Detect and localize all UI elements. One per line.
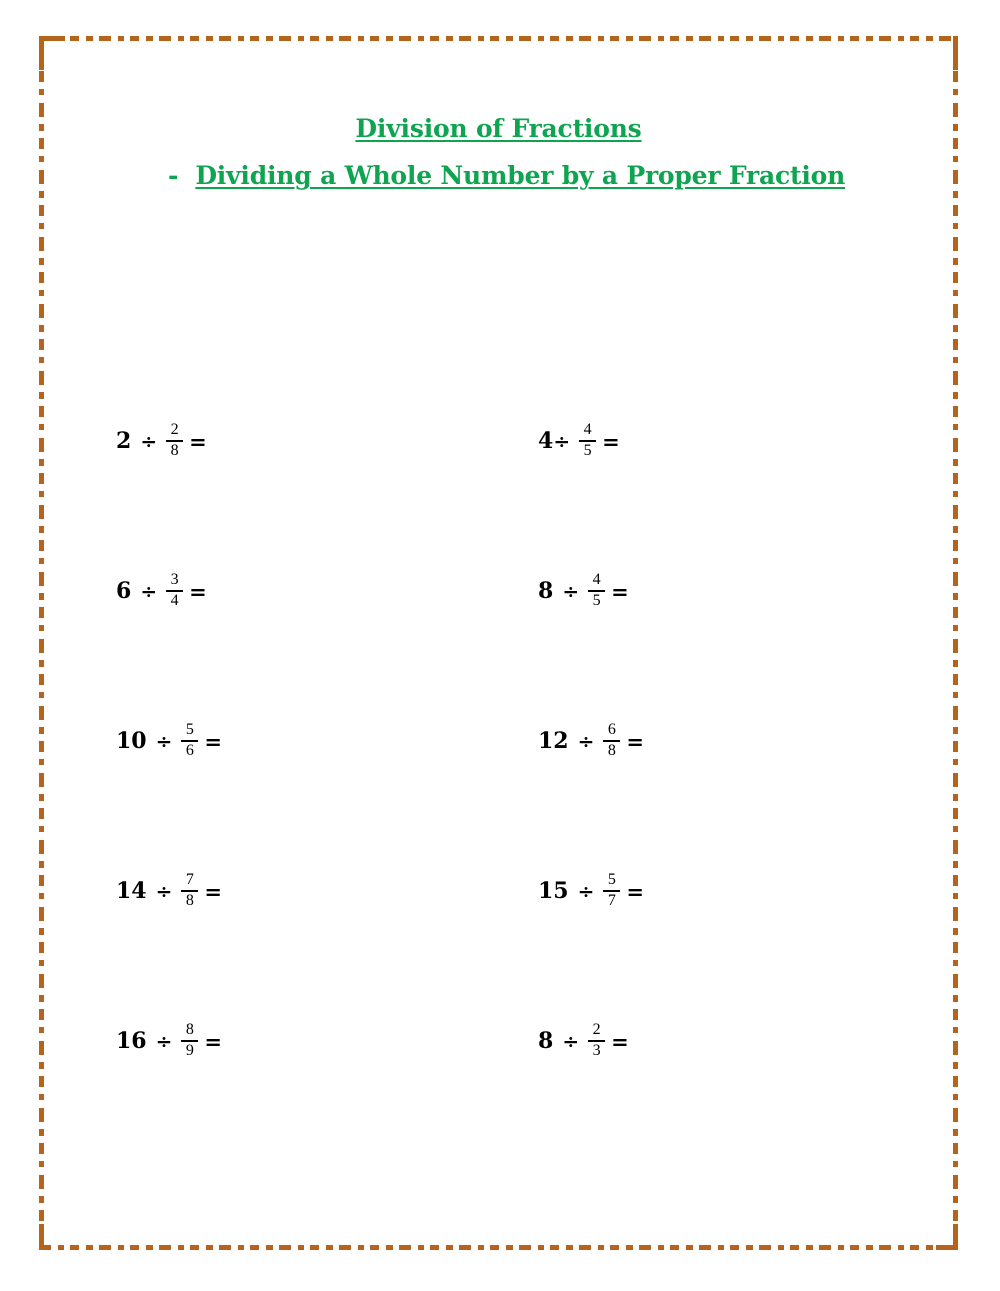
fraction-numerator: 4 [583, 420, 592, 438]
whole-number: 14 [116, 878, 147, 904]
fraction: 68 [603, 720, 621, 760]
division-sign: ÷ [155, 729, 173, 753]
fraction-numerator: 6 [607, 720, 616, 738]
division-sign: ÷ [553, 429, 571, 453]
fraction-numerator: 8 [185, 1020, 194, 1038]
equals-sign: = [189, 428, 207, 454]
problem-row: 14 ÷ 7 8 = 15 ÷ 5 7 = [39, 816, 958, 966]
division-sign: ÷ [562, 579, 580, 603]
fraction-numerator: 5 [185, 720, 194, 738]
fraction-denominator: 5 [592, 592, 601, 610]
fraction: 89 [181, 1020, 199, 1060]
problem-item: 12 ÷ 6 8 = [450, 720, 861, 760]
fraction-denominator: 8 [607, 742, 616, 760]
border-bottom [39, 1245, 958, 1250]
fraction: 34 [166, 570, 184, 610]
fraction-denominator: 9 [185, 1042, 194, 1060]
fraction: 45 [579, 420, 597, 460]
fraction: 78 [181, 870, 199, 910]
fraction-denominator: 6 [185, 742, 194, 760]
fraction-numerator: 2 [592, 1020, 601, 1038]
equals-sign: = [204, 728, 222, 754]
worksheet-border-frame: Division of Fractions - Dividing a Whole… [39, 36, 958, 1250]
whole-number: 8 [538, 578, 554, 604]
page-subtitle: Dividing a Whole Number by a Proper Frac… [195, 161, 846, 190]
problem-item: 6 ÷ 3 4 = [39, 570, 450, 610]
division-sign: ÷ [155, 1029, 173, 1053]
problem-item: 8 ÷ 2 3 = [450, 1020, 861, 1060]
bullet-dash-icon: - [167, 161, 179, 190]
division-sign: ÷ [562, 1029, 580, 1053]
equals-sign: = [204, 1028, 222, 1054]
equals-sign: = [204, 878, 222, 904]
page-title: Division of Fractions [355, 114, 642, 143]
whole-number: 15 [538, 878, 569, 904]
fraction-denominator: 7 [607, 892, 616, 910]
problem-item: 4 ÷ 4 5 = [450, 420, 861, 460]
whole-number: 6 [116, 578, 132, 604]
fraction-numerator: 7 [185, 870, 194, 888]
fraction-denominator: 8 [185, 892, 194, 910]
problem-row: 16 ÷ 8 9 = 8 ÷ 2 3 = [39, 966, 958, 1116]
fraction-numerator: 4 [592, 570, 601, 588]
problem-item: 8 ÷ 4 5 = [450, 570, 861, 610]
problem-row: 6 ÷ 3 4 = 8 ÷ 4 5 = [39, 516, 958, 666]
division-sign: ÷ [577, 729, 595, 753]
whole-number: 10 [116, 728, 147, 754]
equals-sign: = [626, 728, 644, 754]
border-corner-bottom-right-arm [936, 1245, 958, 1250]
subtitle-line: - Dividing a Whole Number by a Proper Fr… [39, 161, 958, 191]
division-sign: ÷ [140, 579, 158, 603]
equals-sign: = [611, 1028, 629, 1054]
problem-item: 16 ÷ 8 9 = [39, 1020, 450, 1060]
problem-item: 15 ÷ 5 7 = [450, 870, 861, 910]
division-sign: ÷ [140, 429, 158, 453]
fraction: 57 [603, 870, 621, 910]
fraction-denominator: 5 [583, 442, 592, 460]
equals-sign: = [602, 428, 620, 454]
fraction: 56 [181, 720, 199, 760]
fraction-numerator: 3 [170, 570, 179, 588]
equals-sign: = [189, 578, 207, 604]
problem-item: 14 ÷ 7 8 = [39, 870, 450, 910]
fraction-numerator: 5 [607, 870, 616, 888]
fraction: 28 [166, 420, 184, 460]
division-sign: ÷ [577, 879, 595, 903]
border-corner-top-left-arm [39, 36, 65, 41]
border-corner-bottom-left [39, 1224, 44, 1250]
fraction: 45 [588, 570, 606, 610]
fraction-numerator: 2 [170, 420, 179, 438]
equals-sign: = [611, 578, 629, 604]
border-top [39, 36, 958, 41]
equals-sign: = [626, 878, 644, 904]
whole-number: 8 [538, 1028, 554, 1054]
problem-item: 10 ÷ 5 6 = [39, 720, 450, 760]
problem-item: 2 ÷ 2 8 = [39, 420, 450, 460]
fraction-denominator: 8 [170, 442, 179, 460]
division-sign: ÷ [155, 879, 173, 903]
fraction: 23 [588, 1020, 606, 1060]
border-corner-top-right [953, 36, 958, 70]
border-corner-top-left [39, 36, 44, 70]
whole-number: 2 [116, 428, 132, 454]
problem-grid: 2 ÷ 2 8 = 4 ÷ 4 5 = 6 ÷ 3 4 = 8 ÷ 4 5 = 10 ÷ 5 6 = 12 ÷ 6 8 = 14 ÷ 7 8 = 15… [39, 366, 958, 1116]
whole-number: 4 [538, 428, 554, 454]
problem-row: 2 ÷ 2 8 = 4 ÷ 4 5 = [39, 366, 958, 516]
fraction-denominator: 4 [170, 592, 179, 610]
whole-number: 16 [116, 1028, 147, 1054]
problem-row: 10 ÷ 5 6 = 12 ÷ 6 8 = [39, 666, 958, 816]
fraction-denominator: 3 [592, 1042, 601, 1060]
whole-number: 12 [538, 728, 569, 754]
heading-block: Division of Fractions - Dividing a Whole… [39, 114, 958, 191]
